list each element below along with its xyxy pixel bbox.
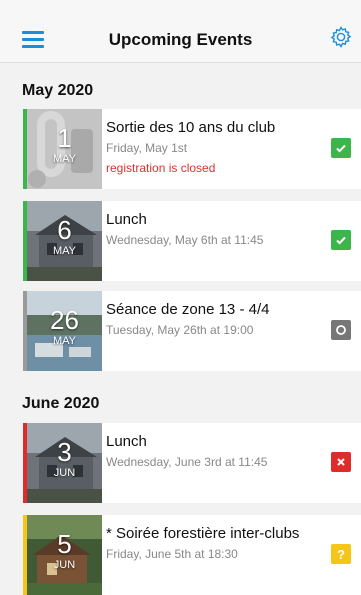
event-date: Wednesday, June 3rd at 11:45 bbox=[106, 455, 268, 469]
event-card[interactable]: 26 MAY Séance de zone 13 - 4/4 Tuesday, … bbox=[23, 291, 361, 371]
event-title: * Soirée forestière inter-clubs bbox=[106, 525, 300, 542]
event-card[interactable]: 3 JUN Lunch Wednesday, June 3rd at 11:45 bbox=[23, 423, 361, 503]
event-date: Wednesday, May 6th at 11:45 bbox=[106, 233, 264, 247]
page-title: Upcoming Events bbox=[108, 30, 253, 49]
event-day: 1 bbox=[57, 123, 72, 153]
event-title: Lunch bbox=[106, 433, 147, 450]
event-month: MAY bbox=[52, 335, 77, 347]
check-icon[interactable] bbox=[331, 138, 351, 158]
event-card[interactable]: 5 JUN * Soirée forestière inter-clubs Fr… bbox=[23, 515, 361, 595]
event-day: 6 bbox=[57, 215, 72, 245]
event-day: 5 bbox=[57, 529, 72, 559]
event-thumbnail: 26 MAY bbox=[27, 291, 102, 371]
event-card[interactable]: 1 MAY Sortie des 10 ans du club Friday, … bbox=[23, 109, 361, 189]
event-title: Lunch bbox=[106, 211, 147, 228]
event-date: Tuesday, May 26th at 19:00 bbox=[106, 323, 254, 337]
event-month: JUN bbox=[53, 559, 76, 571]
event-day: 3 bbox=[57, 437, 72, 467]
event-card[interactable]: 6 MAY Lunch Wednesday, May 6th at 11:45 bbox=[23, 201, 361, 281]
circle-icon[interactable] bbox=[331, 320, 351, 340]
event-month: MAY bbox=[52, 245, 77, 257]
event-month: JUN bbox=[53, 467, 76, 479]
event-thumbnail: 1 MAY bbox=[27, 109, 102, 189]
header: Upcoming Events bbox=[0, 0, 361, 63]
event-title: Séance de zone 13 - 4/4 bbox=[106, 301, 270, 318]
event-thumbnail: 6 MAY bbox=[27, 201, 102, 281]
check-icon[interactable] bbox=[331, 230, 351, 250]
gear-icon[interactable] bbox=[329, 25, 353, 49]
event-date: Friday, June 5th at 18:30 bbox=[106, 547, 238, 561]
event-thumbnail: 3 JUN bbox=[27, 423, 102, 503]
month-heading: May 2020 bbox=[22, 82, 94, 99]
event-date: Friday, May 1st bbox=[106, 141, 188, 155]
x-icon[interactable] bbox=[331, 452, 351, 472]
event-note: registration is closed bbox=[106, 161, 216, 175]
event-month: MAY bbox=[52, 153, 77, 165]
event-thumbnail: 5 JUN bbox=[27, 515, 102, 595]
event-day: 26 bbox=[50, 305, 79, 335]
event-title: Sortie des 10 ans du club bbox=[106, 119, 276, 136]
month-heading: June 2020 bbox=[22, 395, 100, 412]
question-icon[interactable]: ? bbox=[331, 544, 351, 564]
